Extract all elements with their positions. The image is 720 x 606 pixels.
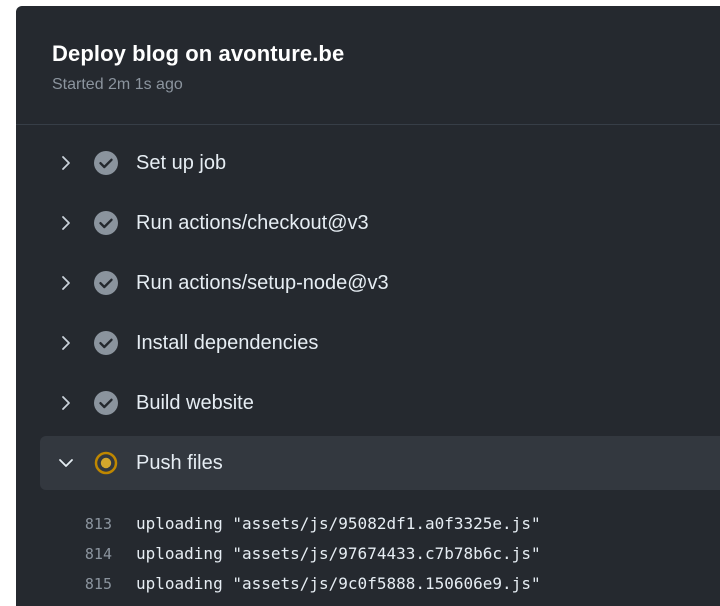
step-checkout[interactable]: Run actions/checkout@v3	[40, 196, 720, 250]
step-set-up-job[interactable]: Set up job	[40, 136, 720, 190]
check-circle-icon	[94, 151, 118, 175]
log-line: 814 uploading "assets/js/97674433.c7b78b…	[40, 542, 720, 572]
chevron-right-icon	[62, 336, 70, 350]
check-circle-icon	[94, 271, 118, 295]
in-progress-icon	[94, 451, 118, 475]
log-line: 813 uploading "assets/js/95082df1.a0f332…	[40, 512, 720, 542]
check-circle-icon	[94, 391, 118, 415]
chevron-right-icon	[62, 396, 70, 410]
job-header: Deploy blog on avonture.be Started 2m 1s…	[16, 6, 720, 125]
step-label: Run actions/checkout@v3	[136, 212, 369, 234]
chevron-down-icon	[59, 459, 73, 467]
chevron-right-icon	[62, 216, 70, 230]
log-line-number[interactable]: 813	[40, 512, 112, 536]
step-label: Set up job	[136, 152, 227, 174]
step-install-dependencies[interactable]: Install dependencies	[40, 316, 720, 370]
log-line-text: uploading "assets/js/95082df1.a0f3325e.j…	[136, 514, 541, 533]
check-circle-icon	[94, 331, 118, 355]
step-label: Build website	[136, 392, 254, 414]
job-panel: Deploy blog on avonture.be Started 2m 1s…	[16, 6, 720, 606]
job-started-time: Started 2m 1s ago	[52, 76, 183, 93]
steps-list: Set up job Run actions/checkout@v3 Run a…	[40, 136, 720, 496]
step-push-files[interactable]: Push files	[40, 436, 720, 490]
step-label: Push files	[136, 452, 223, 474]
step-build-website[interactable]: Build website	[40, 376, 720, 430]
step-setup-node[interactable]: Run actions/setup-node@v3	[40, 256, 720, 310]
chevron-right-icon	[62, 276, 70, 290]
chevron-right-icon	[62, 156, 70, 170]
log-line-number[interactable]: 815	[40, 572, 112, 596]
step-label: Install dependencies	[136, 332, 319, 354]
log-line-number[interactable]: 814	[40, 542, 112, 566]
step-label: Run actions/setup-node@v3	[136, 272, 389, 294]
log-line-text: uploading "assets/js/9c0f5888.150606e9.j…	[136, 574, 541, 593]
job-title: Deploy blog on avonture.be	[52, 41, 345, 66]
log-line-text: uploading "assets/js/97674433.c7b78b6c.j…	[136, 544, 541, 563]
check-circle-icon	[94, 211, 118, 235]
log-line: 815 uploading "assets/js/9c0f5888.150606…	[40, 572, 720, 602]
step-log: 813 uploading "assets/js/95082df1.a0f332…	[40, 512, 720, 602]
